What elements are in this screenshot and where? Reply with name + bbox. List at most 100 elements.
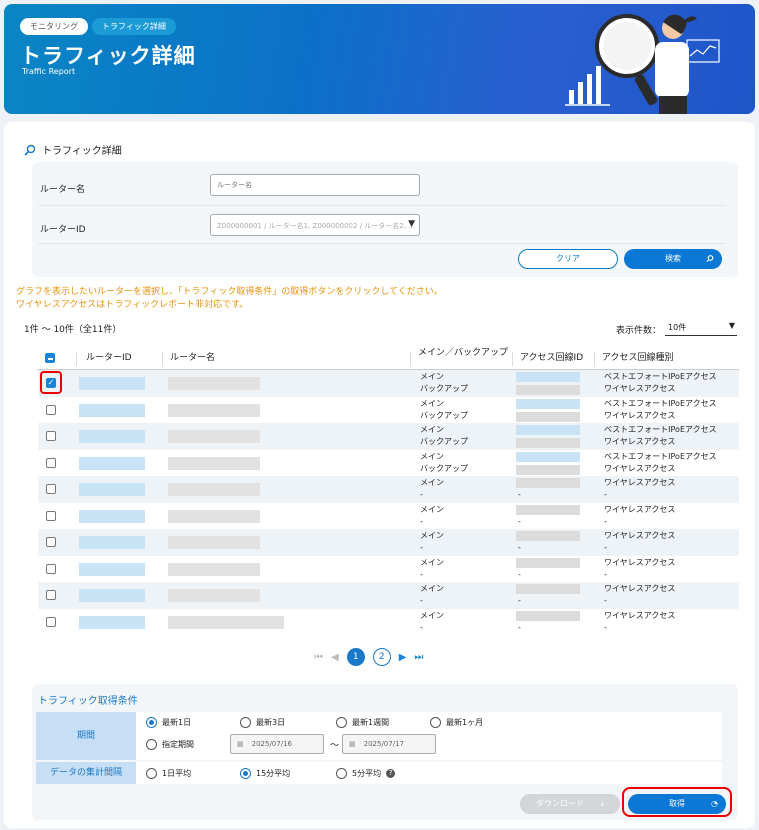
router-id-cell[interactable]	[79, 562, 145, 576]
row-checkbox[interactable]	[46, 431, 56, 441]
main-backup-cell: メイン -	[420, 583, 444, 607]
search-filter-panel: ルーター名 ルーターID Z000000001 / ルーター名1, Z00000…	[32, 162, 738, 277]
date-from-field[interactable]: ▦ 2025/07/16	[230, 734, 324, 754]
router-name-input[interactable]	[210, 174, 420, 196]
table-row[interactable]: メイン - - ワイヤレスアクセス -	[38, 529, 739, 556]
next-page-icon[interactable]: ▶	[399, 652, 407, 663]
per-page-control: 表示件数： 10件 ▼	[616, 321, 738, 336]
row-checkbox[interactable]	[46, 563, 56, 574]
role-main: メイン	[420, 584, 444, 593]
interval-5min-option[interactable]: 5分平均 ?	[336, 768, 396, 779]
col-access-line-type[interactable]: アクセス回線種別	[602, 353, 674, 363]
router-id-cell[interactable]	[79, 589, 145, 602]
type-backup: ワイヤレスアクセス	[604, 437, 676, 446]
period-custom-option[interactable]: 指定期間	[146, 739, 194, 750]
router-id-cell[interactable]	[79, 377, 145, 390]
row-checkbox[interactable]	[46, 484, 56, 494]
help-icon[interactable]: ?	[386, 769, 396, 778]
access-line-id-main	[516, 451, 580, 462]
per-page-select[interactable]: 10件 ▼	[665, 321, 738, 336]
row-checkbox[interactable]	[46, 457, 56, 468]
row-checkbox[interactable]	[46, 590, 56, 600]
option-label: 最新1ヶ月	[446, 718, 484, 727]
interval-1day-option[interactable]: 1日平均	[146, 768, 191, 779]
period-1day-option[interactable]: 最新1日	[146, 717, 191, 728]
main-backup-cell: メイン バックアップ	[420, 451, 468, 475]
period-1week-option[interactable]: 最新1週間	[336, 717, 389, 728]
router-id-cell[interactable]	[79, 456, 145, 470]
role-backup: -	[420, 569, 423, 579]
table-row[interactable]: メイン - - ワイヤレスアクセス -	[38, 582, 739, 609]
main-backup-cell: メイン -	[420, 530, 444, 554]
calendar-icon: ▦	[237, 740, 244, 748]
type-main: ベストエフォートIPoEアクセス	[604, 451, 717, 461]
main-backup-cell: メイン バックアップ	[420, 398, 468, 422]
router-id-cell[interactable]	[79, 536, 145, 549]
router-id-cell[interactable]	[79, 430, 145, 443]
table-row[interactable]: メイン - - ワイヤレスアクセス -	[38, 503, 739, 530]
search-button[interactable]: 検索	[624, 249, 722, 269]
type-main: ワイヤレスアクセス	[604, 478, 676, 487]
col-router-name[interactable]: ルーター名	[170, 353, 215, 363]
role-backup: -	[420, 596, 423, 605]
column-separator	[512, 352, 513, 366]
type-backup: ワイヤレスアクセス	[604, 410, 676, 420]
router-name-label: ルーター名	[40, 185, 86, 195]
radio-icon[interactable]	[430, 717, 441, 728]
row-checkbox[interactable]	[46, 537, 56, 547]
access-line-id-backup	[516, 438, 580, 448]
table-row[interactable]: メイン - - ワイヤレスアクセス -	[38, 476, 739, 503]
table-row[interactable]: メイン - - ワイヤレスアクセス -	[38, 556, 739, 583]
col-access-line-id[interactable]: アクセス回線ID	[520, 353, 583, 363]
breadcrumb-monitoring[interactable]: モニタリング	[20, 18, 88, 35]
select-all-checkbox[interactable]	[45, 353, 55, 363]
router-id-cell[interactable]	[79, 509, 145, 523]
first-page-icon[interactable]: ⏮	[314, 652, 323, 663]
radio-selected-icon[interactable]	[146, 717, 157, 728]
radio-icon[interactable]	[240, 717, 251, 728]
interval-15min-option[interactable]: 15分平均	[240, 768, 290, 779]
period-1month-option[interactable]: 最新1ヶ月	[430, 717, 483, 728]
table-row[interactable]: メイン - - ワイヤレスアクセス -	[38, 609, 739, 636]
page-1-button[interactable]: 1	[346, 648, 365, 666]
prev-page-icon[interactable]: ◀	[331, 652, 339, 663]
period-3day-option[interactable]: 最新3日	[240, 717, 285, 728]
table-row[interactable]: メイン バックアップ ベストエフォートIPoEアクセス ワイヤレスアクセス	[38, 397, 739, 424]
col-router-id[interactable]: ルーターID	[86, 353, 132, 363]
radio-icon[interactable]	[146, 768, 157, 779]
get-button-highlight	[622, 787, 732, 817]
last-page-icon[interactable]: ⏭	[414, 652, 423, 663]
radio-icon[interactable]	[146, 739, 157, 750]
clear-button[interactable]: クリア	[518, 249, 618, 269]
access-line-type-cell: ワイヤレスアクセス -	[604, 610, 675, 634]
row-checkbox[interactable]	[46, 404, 56, 415]
router-id-cell[interactable]	[79, 615, 145, 629]
table-row[interactable]: ✓ メイン バックアップ ベストエフォートIPoEアクセス ワイヤレスアクセス	[38, 370, 739, 397]
access-line-id-backup: -	[518, 516, 521, 526]
row-checkbox[interactable]	[46, 616, 56, 627]
router-id-cell[interactable]	[79, 483, 145, 496]
page-2-button[interactable]: 2	[372, 648, 391, 666]
role-backup: バックアップ	[420, 463, 468, 473]
router-name-cell	[168, 589, 260, 602]
search-button-label: 検索	[665, 254, 681, 263]
search-icon	[24, 144, 36, 156]
router-id-cell[interactable]	[79, 403, 145, 417]
radio-icon[interactable]	[336, 768, 347, 779]
radio-selected-icon[interactable]	[240, 768, 251, 779]
type-main: ベストエフォートIPoEアクセス	[604, 398, 717, 408]
access-line-id-backup: -	[518, 543, 521, 552]
interval-options-area	[136, 762, 722, 784]
col-main-backup[interactable]: メイン／バックアップ	[418, 348, 510, 358]
interval-label: データの集計間隔	[36, 762, 136, 784]
router-id-select[interactable]: Z000000001 / ルーター名1, Z000000002 / ルーター名2…	[210, 214, 420, 236]
row-checkbox[interactable]	[46, 510, 56, 521]
table-row[interactable]: メイン バックアップ ベストエフォートIPoEアクセス ワイヤレスアクセス	[38, 450, 739, 477]
table-row[interactable]: メイン バックアップ ベストエフォートIPoEアクセス ワイヤレスアクセス	[38, 423, 739, 450]
type-backup: ワイヤレスアクセス	[604, 463, 676, 473]
download-button[interactable]: ダウンロード ⤓	[520, 794, 620, 814]
checkbox-highlight	[40, 371, 62, 394]
breadcrumb-traffic-detail: トラフィック詳細	[92, 18, 176, 35]
date-to-field[interactable]: ▦ 2025/07/17	[342, 734, 436, 754]
radio-icon[interactable]	[336, 717, 347, 728]
